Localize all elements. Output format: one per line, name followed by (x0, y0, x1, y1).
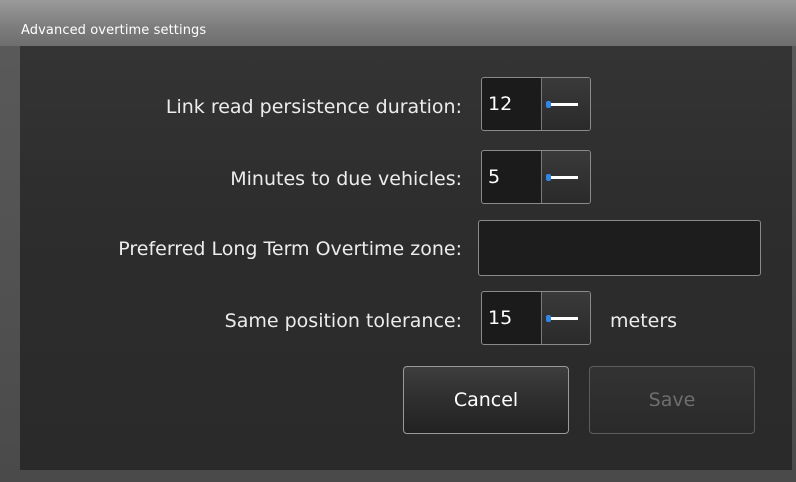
dialog-content: Link read persistence duration: 12 Minut… (20, 46, 792, 470)
minutes-to-due-spin-button[interactable] (541, 151, 590, 203)
minutes-to-due-value[interactable]: 5 (488, 151, 500, 203)
minutes-to-due-label: Minutes to due vehicles: (230, 168, 462, 190)
save-button[interactable]: Save (589, 366, 755, 434)
window-title: Advanced overtime settings (21, 23, 207, 38)
tolerance-unit-label: meters (610, 310, 678, 332)
link-read-persistence-spin-button[interactable] (541, 78, 590, 130)
same-position-tolerance-spin-button[interactable] (541, 292, 590, 344)
cancel-button[interactable]: Cancel (403, 366, 569, 434)
title-bar[interactable]: Advanced overtime settings (0, 0, 796, 46)
slider-handle-icon (548, 317, 578, 320)
link-read-persistence-stepper[interactable]: 12 (481, 77, 591, 131)
slider-knob-icon (546, 101, 551, 108)
link-read-persistence-value[interactable]: 12 (488, 78, 512, 130)
dialog-window: Advanced overtime settings Link read per… (0, 0, 796, 482)
slider-handle-icon (548, 176, 578, 179)
preferred-zone-field[interactable] (478, 220, 761, 276)
minutes-to-due-stepper[interactable]: 5 (481, 150, 591, 204)
same-position-tolerance-label: Same position tolerance: (224, 310, 462, 332)
slider-handle-icon (548, 103, 578, 106)
slider-knob-icon (546, 315, 551, 322)
same-position-tolerance-value[interactable]: 15 (488, 292, 512, 344)
same-position-tolerance-stepper[interactable]: 15 (481, 291, 591, 345)
preferred-zone-label: Preferred Long Term Overtime zone: (118, 238, 462, 260)
link-read-persistence-label: Link read persistence duration: (165, 96, 462, 118)
slider-knob-icon (546, 174, 551, 181)
